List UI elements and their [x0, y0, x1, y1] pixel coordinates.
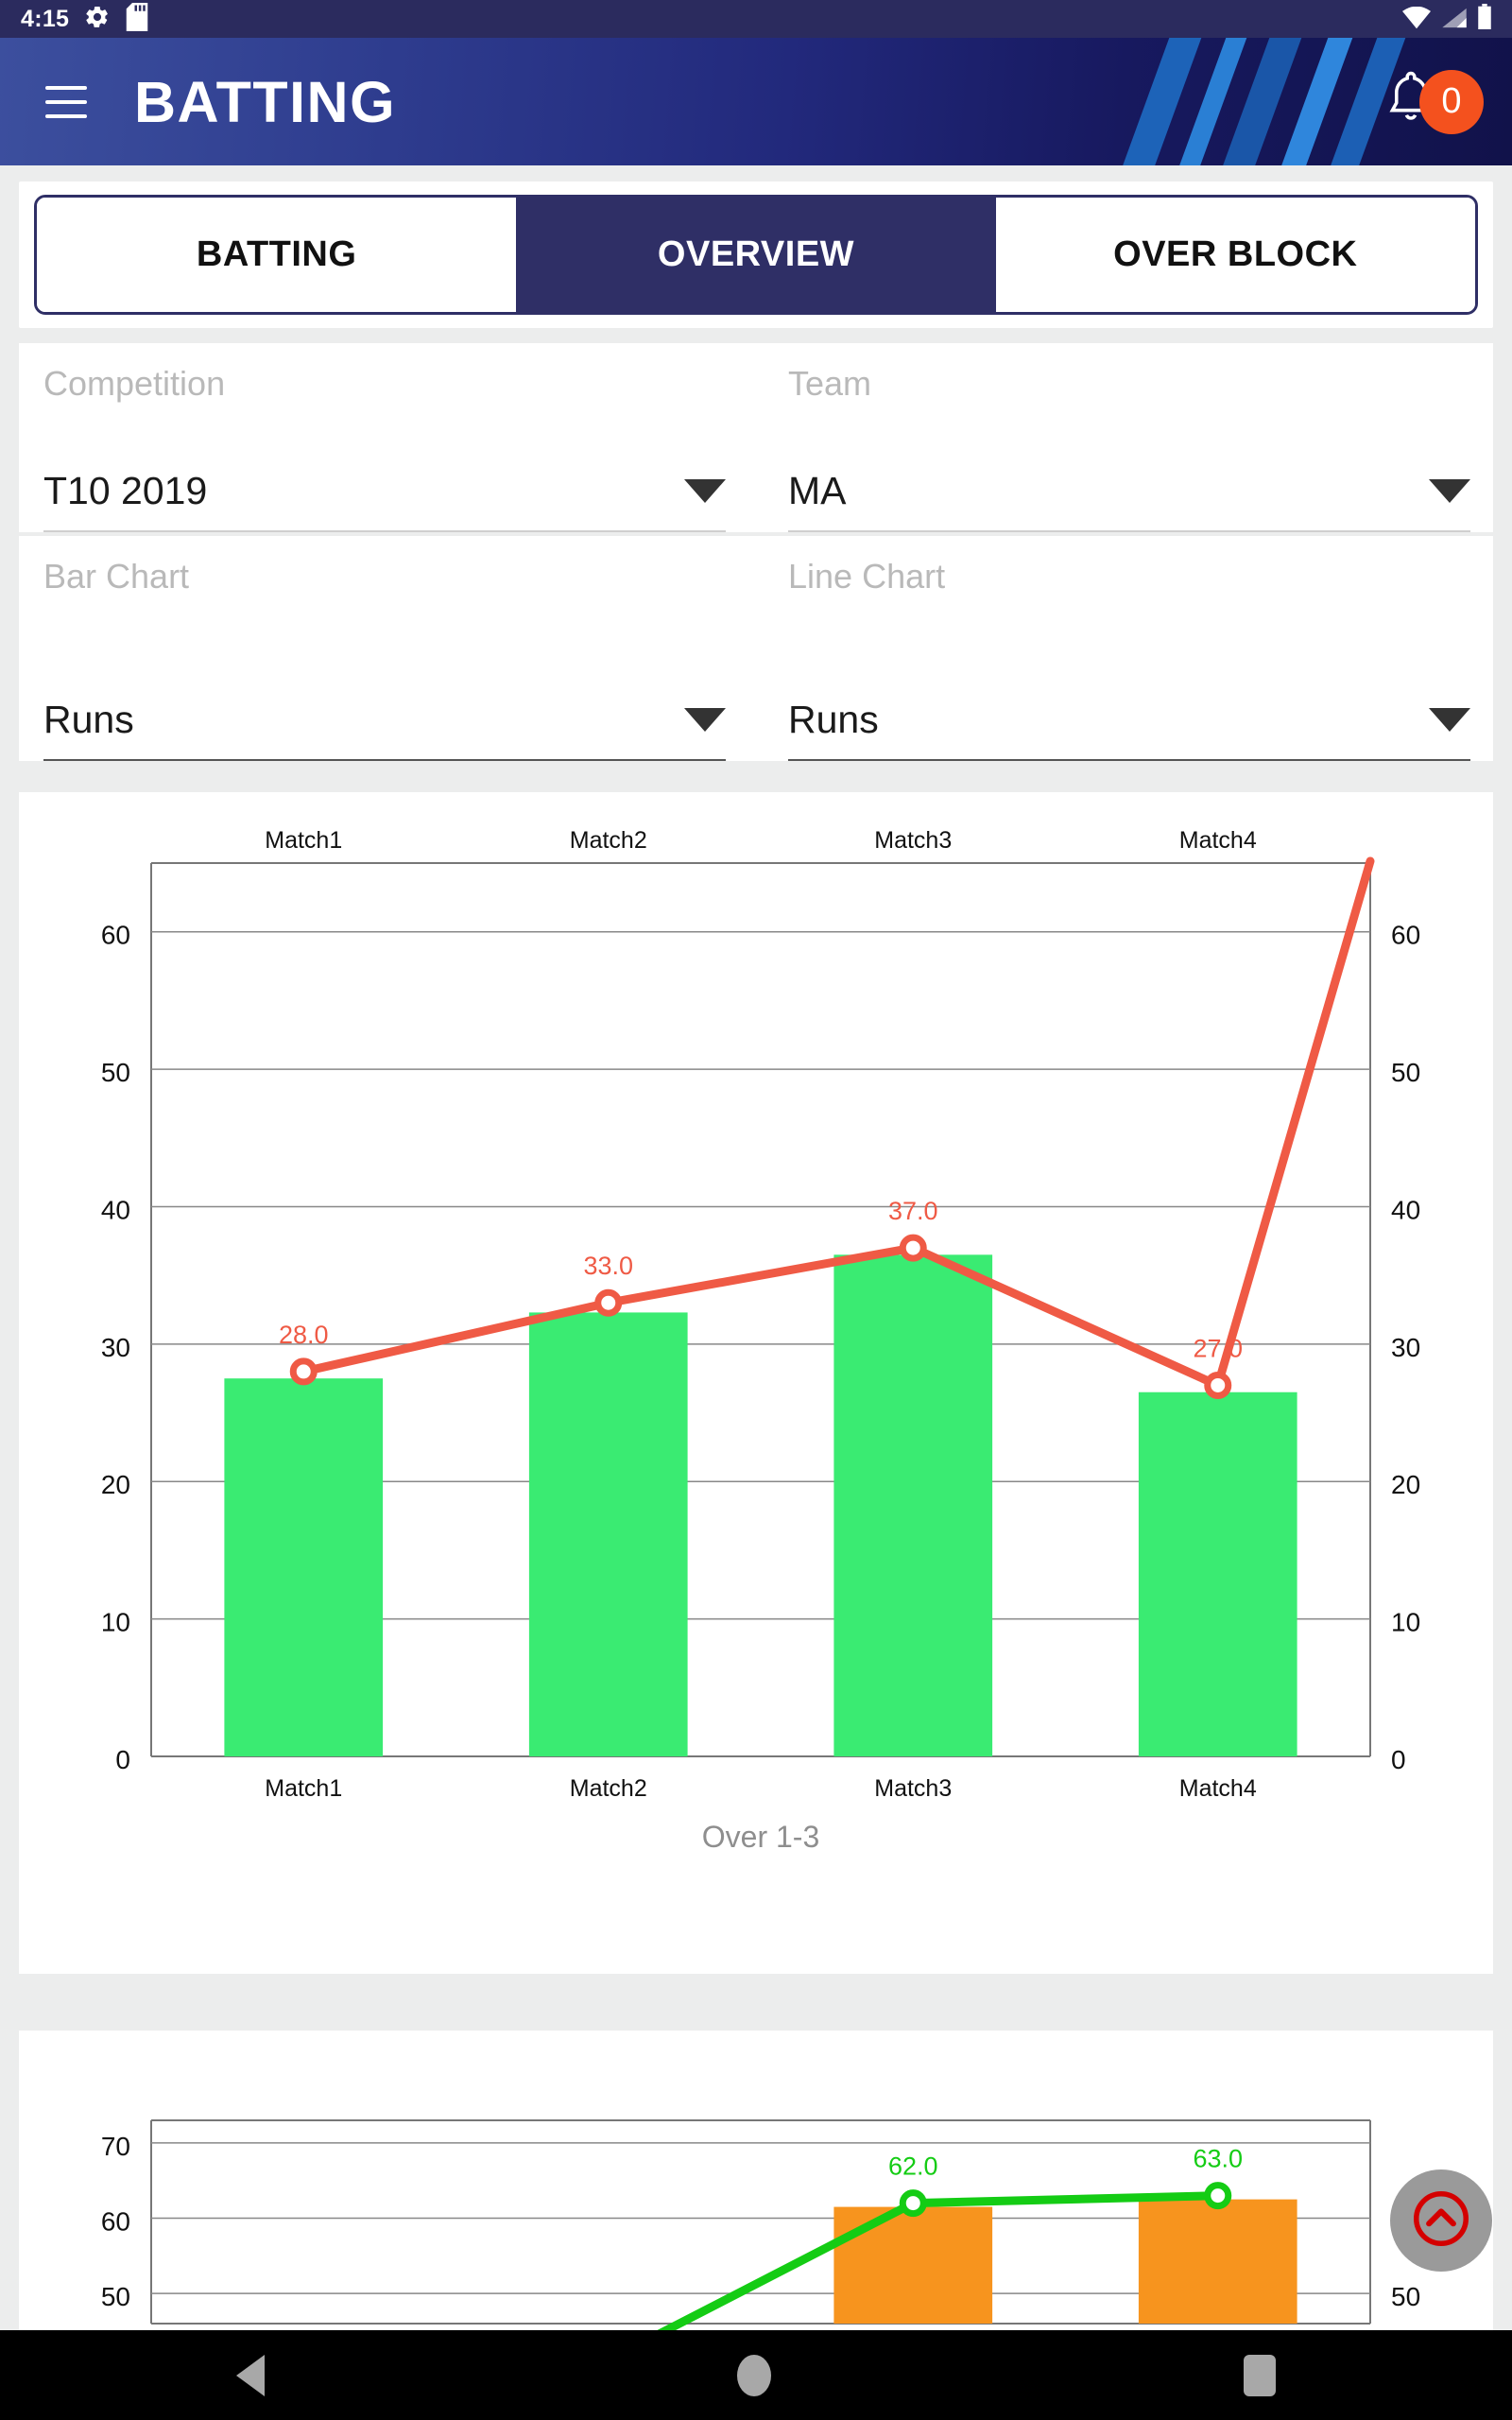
svg-text:Over 1-3: Over 1-3 [702, 1820, 819, 1854]
svg-text:Match4: Match4 [1179, 1775, 1257, 1802]
svg-text:10: 10 [101, 1608, 130, 1637]
filter-bar-chart-field[interactable]: Runs [43, 680, 726, 761]
app-screen: 4:15 BATTING 0 BATTING OVERVIEW OVER BLO… [0, 0, 1512, 2420]
svg-text:60: 60 [101, 921, 130, 950]
svg-text:20: 20 [101, 1470, 130, 1499]
svg-text:40: 40 [101, 1195, 130, 1224]
svg-text:Match1: Match1 [265, 1775, 342, 1802]
tab-overview[interactable]: OVERVIEW [516, 198, 996, 312]
filter-line-chart-label: Line Chart [788, 557, 946, 596]
filter-team-field[interactable]: MA [788, 451, 1470, 532]
sd-card-icon [126, 2, 148, 36]
filter-competition-value: T10 2019 [43, 468, 208, 512]
filter-row-top: Competition T10 2019 Team MA [19, 343, 1493, 532]
svg-text:Match3: Match3 [874, 1775, 952, 1802]
svg-text:0: 0 [1391, 1745, 1406, 1774]
svg-text:50: 50 [101, 2282, 130, 2311]
svg-text:70: 70 [101, 2132, 130, 2161]
svg-text:27.0: 27.0 [1193, 1334, 1243, 1362]
status-bar: 4:15 [0, 0, 1512, 38]
filter-team[interactable]: Team MA [764, 343, 1493, 532]
tab-bar-card: BATTING OVERVIEW OVER BLOCK [19, 182, 1493, 328]
circle-chevron-up-icon [1408, 2186, 1474, 2256]
back-triangle-icon[interactable] [236, 2354, 265, 2396]
svg-text:60: 60 [1391, 921, 1420, 950]
status-bar-clock: 4:15 [21, 5, 70, 32]
chevron-down-icon[interactable] [684, 707, 726, 732]
filter-line-chart-value: Runs [788, 697, 879, 741]
wifi-icon [1402, 6, 1431, 34]
notification-badge[interactable]: 0 [1419, 69, 1484, 134]
status-bar-left: 4:15 [21, 2, 148, 36]
svg-text:63.0: 63.0 [1193, 2145, 1243, 2173]
filter-bar-chart-label: Bar Chart [43, 557, 190, 596]
page-title: BATTING [134, 69, 397, 134]
chart-second[interactable]: 706050605062.063.0 [19, 2031, 1493, 2333]
svg-text:30: 30 [101, 1333, 130, 1362]
svg-text:20: 20 [1391, 1470, 1420, 1499]
svg-text:37.0: 37.0 [888, 1197, 938, 1225]
app-bar: BATTING 0 [0, 38, 1512, 165]
svg-text:40: 40 [1391, 1195, 1420, 1224]
appbar-content: BATTING [0, 38, 1512, 165]
svg-text:Match4: Match4 [1179, 827, 1257, 854]
svg-text:62.0: 62.0 [888, 2152, 938, 2181]
tab-batting[interactable]: BATTING [37, 198, 517, 312]
chart-over-1-3[interactable]: 0 10 20 30 40 50 60 0 10 20 30 40 50 60 28.0 33.0 37.0 27… [19, 792, 1493, 1974]
svg-text:33.0: 33.0 [583, 1252, 633, 1280]
filter-bar-chart-value: Runs [43, 697, 134, 741]
notification-area[interactable]: 0 [1382, 38, 1484, 165]
svg-text:30: 30 [1391, 1333, 1420, 1362]
hamburger-menu-icon[interactable] [45, 85, 87, 118]
android-nav-bar [0, 2330, 1512, 2420]
chevron-down-icon[interactable] [1429, 478, 1470, 503]
svg-text:50: 50 [101, 1058, 130, 1087]
home-circle-icon[interactable] [737, 2354, 771, 2396]
gear-icon [84, 4, 111, 35]
filter-competition-label: Competition [43, 364, 226, 403]
svg-text:Match2: Match2 [570, 1775, 647, 1802]
chart-card-over-1-3: 0 10 20 30 40 50 60 0 10 20 30 40 50 60 28.0 33.0 37.0 27… [19, 792, 1493, 1974]
filter-competition-field[interactable]: T10 2019 [43, 451, 726, 532]
svg-text:50: 50 [1391, 1058, 1420, 1087]
tab-bar: BATTING OVERVIEW OVER BLOCK [34, 195, 1478, 315]
filter-team-value: MA [788, 468, 847, 512]
status-bar-right [1402, 4, 1491, 34]
filter-line-chart[interactable]: Line Chart Runs [764, 536, 1493, 761]
filter-row-bottom: Bar Chart Runs Line Chart Runs [19, 536, 1493, 761]
chart-second-svg[interactable]: 706050605062.063.0 [19, 2031, 1493, 2333]
chart-over-1-3-svg[interactable]: 0 10 20 30 40 50 60 0 10 20 30 40 50 60 28.0 33.0 37.0 27… [19, 792, 1493, 1974]
svg-text:0: 0 [115, 1745, 130, 1774]
signal-icon [1441, 7, 1468, 34]
filter-line-chart-field[interactable]: Runs [788, 680, 1470, 761]
chart-card-second: 706050605062.063.0 [19, 2031, 1493, 2333]
svg-text:Match1: Match1 [265, 827, 342, 854]
svg-text:50: 50 [1391, 2282, 1420, 2311]
svg-text:10: 10 [1391, 1608, 1420, 1637]
chevron-down-icon[interactable] [1429, 707, 1470, 732]
filter-bar-chart[interactable]: Bar Chart Runs [19, 536, 748, 761]
scroll-to-top-fab[interactable] [1390, 2169, 1492, 2272]
svg-text:60: 60 [101, 2207, 130, 2237]
filter-team-label: Team [788, 364, 872, 403]
tab-over-block[interactable]: OVER BLOCK [995, 198, 1475, 312]
svg-text:Match2: Match2 [570, 827, 647, 854]
battery-icon [1478, 4, 1491, 34]
svg-text:Match3: Match3 [874, 827, 952, 854]
svg-text:28.0: 28.0 [279, 1321, 329, 1349]
chevron-down-icon[interactable] [684, 478, 726, 503]
filter-competition[interactable]: Competition T10 2019 [19, 343, 748, 532]
recent-square-icon[interactable] [1244, 2354, 1276, 2396]
